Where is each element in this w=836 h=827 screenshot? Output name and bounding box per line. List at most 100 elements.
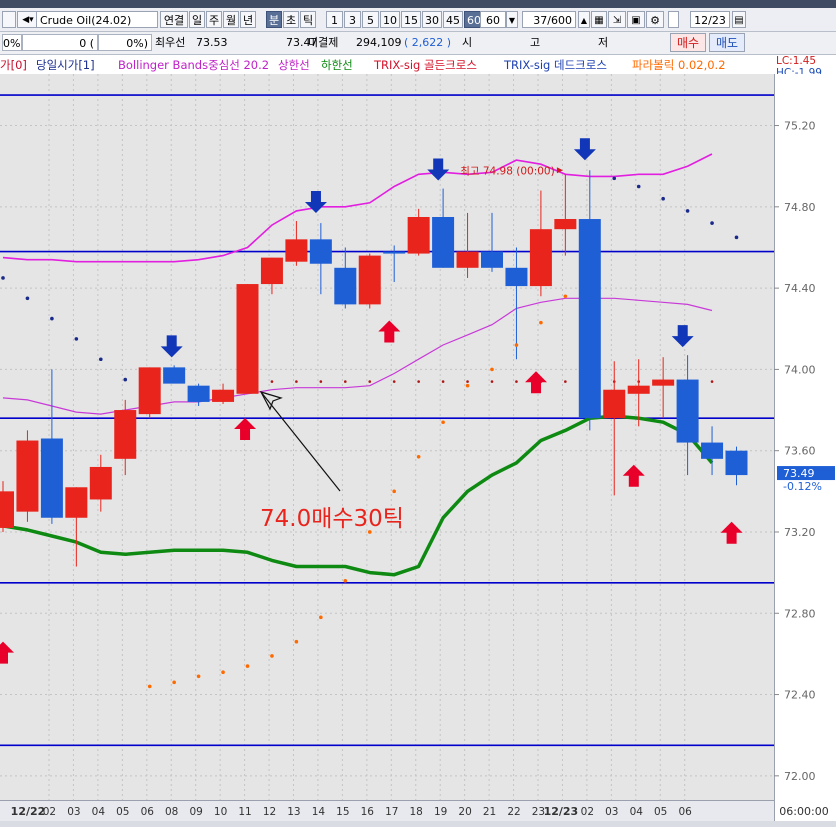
candle-body (334, 267, 357, 305)
open-interest-label: 미결제 (308, 36, 339, 49)
x-tick-label: 04 (630, 806, 644, 818)
resize-icon[interactable]: ⇲ (608, 11, 626, 28)
period-button-일[interactable]: 일 (189, 11, 205, 28)
chart-toolbar: ◀▾ Crude Oil(24.02) 연결 일 주 월 년 분 초 틱 1 3… (0, 8, 836, 32)
count-spinner[interactable]: ▲ (578, 11, 590, 28)
period-button-분[interactable]: 분 (266, 11, 282, 28)
x-tick-label: 16 (361, 806, 375, 818)
sar-dot (465, 383, 470, 388)
sar-dot (441, 420, 445, 425)
date-input[interactable]: 12/23 (690, 11, 730, 28)
day-open-dot (466, 380, 469, 383)
x-tick-label: 12/23 (544, 805, 579, 818)
y-tick-label: 73.20 (784, 526, 816, 539)
sar-dot-top (1, 276, 5, 280)
x-tick-label: 03 (67, 806, 80, 818)
sar-dot (539, 320, 543, 325)
legend-item-trix-dead[interactable]: TRIX-sig 데드크로스 (504, 56, 607, 74)
bottom-scrollbar[interactable] (0, 821, 836, 827)
minute-button-5[interactable]: 5 (362, 11, 379, 28)
candlestick-chart[interactable]: 75.20 74.80 74.40 74.00 73.60 73.20 72.80 72.40… (0, 74, 836, 821)
quote-info-row: 0% 0 ( 0%) 최우선 73.53 73.47 미결제 294,109 (… (0, 32, 836, 55)
buy-button[interactable]: 매수 (670, 33, 706, 52)
y-tick-label: 72.40 (784, 689, 816, 702)
legend-item-bb-upper[interactable]: 상한선 (278, 56, 310, 74)
candle-body (725, 450, 748, 476)
date-checkbox[interactable] (668, 11, 679, 28)
change-value: 0 ( (22, 34, 98, 51)
x-tick-label: 02 (581, 806, 594, 818)
gear-icon[interactable]: ⚙ (646, 11, 664, 28)
period-button-년[interactable]: 년 (240, 11, 256, 28)
sar-dot-top (99, 357, 103, 362)
period-button-주[interactable]: 주 (206, 11, 222, 28)
x-tick-label: 12/22 (11, 805, 46, 818)
interval-input[interactable]: 60 (480, 11, 506, 28)
candle-body (114, 410, 137, 459)
sar-dot-top (685, 209, 690, 213)
minute-button-45[interactable]: 45 (443, 11, 463, 28)
candle-body (481, 251, 503, 268)
period-button-월[interactable]: 월 (223, 11, 239, 28)
calendar-icon[interactable]: ▤ (732, 11, 746, 28)
legend-item-bb-mid[interactable]: Bollinger Bands중심선 20.2 (118, 56, 269, 74)
candle-body (40, 438, 63, 518)
candle-body (212, 389, 235, 402)
candle-body (309, 239, 332, 264)
legend-item-day-open[interactable]: 당일시가[1] (36, 56, 95, 74)
minute-button-15[interactable]: 15 (401, 11, 421, 28)
minute-button-1[interactable]: 1 (326, 11, 343, 28)
period-button-초[interactable]: 초 (283, 11, 299, 28)
x-tick-label: 05 (654, 806, 667, 818)
candle-body (603, 389, 626, 419)
sell-button[interactable]: 매도 (709, 33, 745, 52)
candle-body (432, 216, 455, 268)
day-open-dot (710, 380, 714, 383)
sar-dot-top (734, 235, 739, 240)
low-label: 저 (598, 36, 609, 49)
sar-dot (343, 578, 348, 583)
day-open-dot (441, 380, 445, 383)
symbol-input[interactable]: Crude Oil(24.02) (36, 11, 158, 28)
y-tick-label: 73.60 (784, 445, 816, 458)
day-open-dot (344, 380, 347, 383)
period-button-연결[interactable]: 연결 (160, 11, 188, 28)
interval-dropdown-icon[interactable]: ▼ (506, 11, 518, 28)
minute-button-3[interactable]: 3 (344, 11, 361, 28)
period-button-틱[interactable]: 틱 (300, 11, 316, 28)
candle-body (676, 379, 699, 443)
sar-dot (563, 294, 568, 299)
candle-body (138, 367, 161, 415)
current-price-label: 73.49 (783, 467, 815, 480)
candle-body (407, 216, 430, 254)
minute-button-30[interactable]: 30 (422, 11, 442, 28)
sar-dot (245, 664, 250, 668)
candle-body (285, 239, 308, 262)
window-title-strip (0, 0, 836, 8)
candle-body (16, 440, 39, 512)
save-icon[interactable]: ▣ (627, 11, 645, 28)
legend-item-price[interactable]: 가[0] (0, 56, 27, 74)
legend-item-bb-lower[interactable]: 하한선 (321, 56, 353, 74)
legend-item-parabolic[interactable]: 파라볼릭 0.02,0.2 (632, 56, 726, 74)
sar-dot (196, 674, 201, 679)
y-tick-label: 74.00 (784, 363, 816, 376)
minute-button-10[interactable]: 10 (380, 11, 400, 28)
day-open-dot (368, 380, 372, 383)
candle-body (89, 466, 112, 500)
indicator-legend: 가[0] 당일시가[1] Bollinger Bands중심선 20.2 상한선… (0, 56, 836, 74)
candle-body (358, 255, 381, 305)
count-input[interactable]: 37/600 (522, 11, 576, 28)
sar-dot (416, 454, 421, 459)
menu-toggle[interactable] (2, 11, 16, 28)
grid-icon[interactable]: ▦ (591, 11, 607, 28)
day-open-dot (515, 380, 518, 383)
open-label: 시 (462, 36, 473, 49)
candle-body (260, 257, 283, 285)
day-open-dot (392, 380, 396, 383)
sar-dot-top (50, 316, 54, 321)
current-change-label: -0.12% (783, 480, 822, 493)
y-tick-label: 74.80 (784, 201, 816, 214)
sar-dot (392, 489, 397, 494)
legend-item-trix-golden[interactable]: TRIX-sig 골든크로스 (374, 56, 477, 74)
